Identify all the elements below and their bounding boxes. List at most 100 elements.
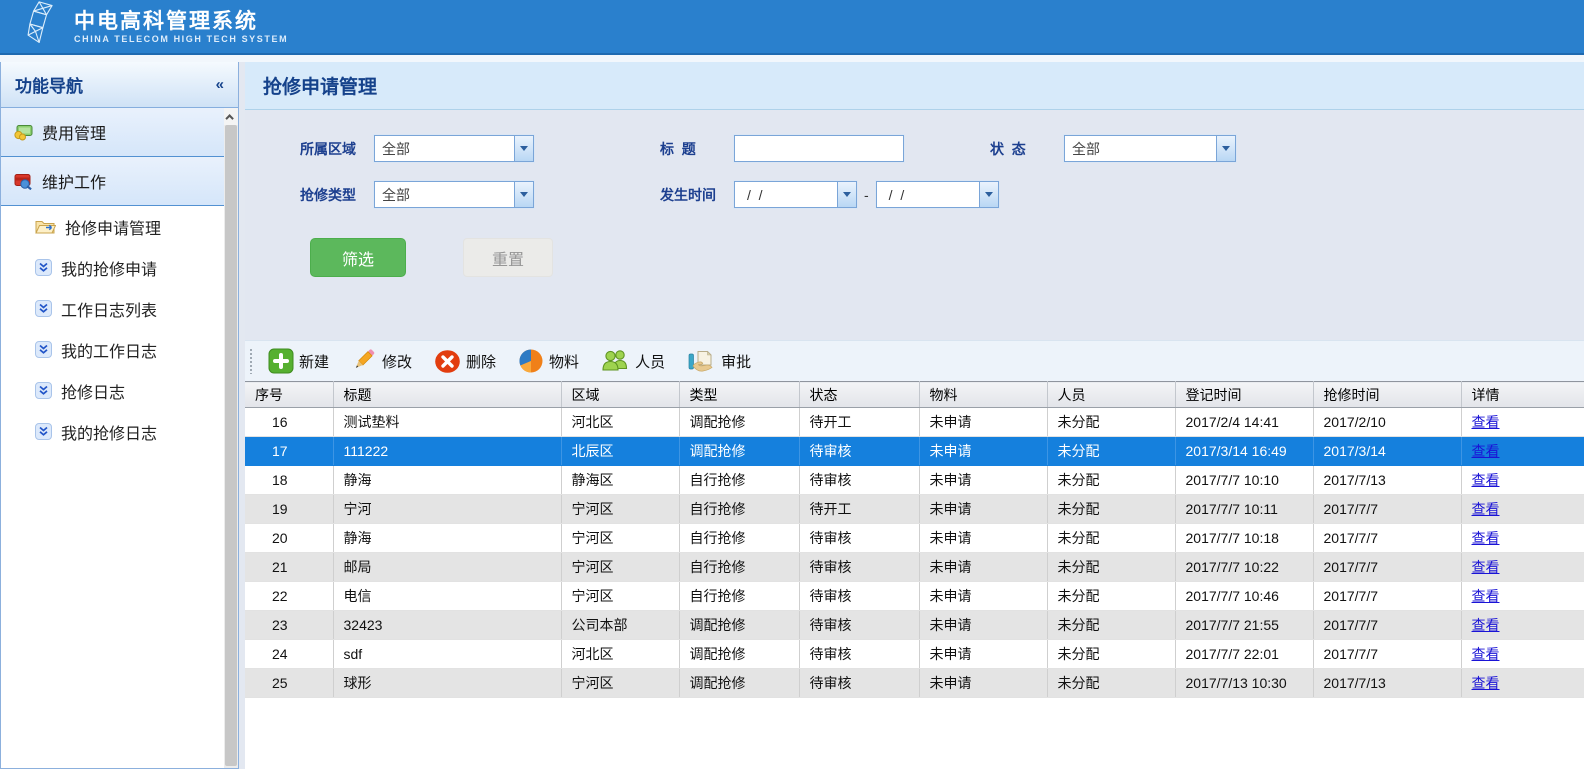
table-cell: 18 xyxy=(245,466,333,495)
double-chevron-icon xyxy=(35,382,52,399)
table-cell: 25 xyxy=(245,669,333,698)
filter-button[interactable]: 筛选 xyxy=(310,238,406,277)
toolbar-grip-handle[interactable] xyxy=(249,348,254,374)
sidebar-item[interactable]: 费用管理 xyxy=(1,108,224,157)
toolbar-button[interactable]: 物料 xyxy=(514,346,583,376)
view-details-link[interactable]: 查看 xyxy=(1472,472,1500,488)
column-header[interactable]: 序号 xyxy=(245,382,333,408)
table-row[interactable]: 17111222北辰区调配抢修待审核未申请未分配2017/3/14 16:492… xyxy=(245,437,1584,466)
page-title-bar: 抢修申请管理 xyxy=(245,62,1584,110)
table-cell: 查看 xyxy=(1461,582,1584,611)
filter-form: 所属区域 全部 标 题 状 态 全部 抢修类型 全部 xyxy=(245,110,1584,340)
column-header[interactable]: 登记时间 xyxy=(1175,382,1313,408)
sidebar-item[interactable]: 工作日志列表 xyxy=(1,288,224,329)
column-header[interactable]: 区域 xyxy=(561,382,679,408)
calendar-dropdown-icon[interactable] xyxy=(837,182,856,207)
range-separator: - xyxy=(864,187,869,203)
table-cell: 未分配 xyxy=(1047,640,1175,669)
table-cell: 2017/7/7 10:46 xyxy=(1175,582,1313,611)
scrollbar-thumb[interactable] xyxy=(225,125,237,766)
chevron-down-icon[interactable] xyxy=(514,182,533,207)
view-details-link[interactable]: 查看 xyxy=(1472,675,1500,691)
scroll-up-icon[interactable] xyxy=(224,108,238,125)
sidebar-item[interactable]: 我的工作日志 xyxy=(1,329,224,370)
toolbar-button[interactable]: 审批 xyxy=(683,346,755,376)
view-details-link[interactable]: 查看 xyxy=(1472,617,1500,633)
sidebar-item[interactable]: 维护工作 xyxy=(1,157,224,206)
calendar-dropdown-icon[interactable] xyxy=(979,182,998,207)
table-row[interactable]: 24sdf河北区调配抢修待审核未申请未分配2017/7/7 22:012017/… xyxy=(245,640,1584,669)
time-to-picker[interactable]: / / xyxy=(876,181,999,208)
status-select[interactable]: 全部 xyxy=(1064,135,1236,162)
table-row[interactable]: 16测试垫料河北区调配抢修待开工未申请未分配2017/2/4 14:412017… xyxy=(245,408,1584,437)
table-toolbar: 新建修改删除物料 人员审批 xyxy=(245,340,1584,381)
toolbar-button[interactable]: 人员 xyxy=(597,346,669,376)
repair-type-select-value: 全部 xyxy=(375,185,514,205)
table-cell: 2017/7/7 10:22 xyxy=(1175,553,1313,582)
toolbar-button[interactable]: 修改 xyxy=(347,346,416,376)
view-details-link[interactable]: 查看 xyxy=(1472,443,1500,459)
table-row[interactable]: 2332423公司本部调配抢修待审核未申请未分配2017/7/7 21:5520… xyxy=(245,611,1584,640)
table-row[interactable]: 20静海宁河区自行抢修待审核未申请未分配2017/7/7 10:182017/7… xyxy=(245,524,1584,553)
sidebar-item[interactable]: 我的抢修日志 xyxy=(1,411,224,452)
table-cell: 未申请 xyxy=(919,669,1047,698)
open-folder-icon xyxy=(35,218,56,235)
column-header[interactable]: 标题 xyxy=(333,382,561,408)
table-row[interactable]: 22电信宁河区自行抢修待审核未申请未分配2017/7/7 10:462017/7… xyxy=(245,582,1584,611)
view-details-link[interactable]: 查看 xyxy=(1472,530,1500,546)
column-header[interactable]: 详情 xyxy=(1461,382,1584,408)
column-header[interactable]: 人员 xyxy=(1047,382,1175,408)
new-button[interactable]: 新建 xyxy=(264,346,333,376)
table-row[interactable]: 19宁河宁河区自行抢修待开工未申请未分配2017/7/7 10:112017/7… xyxy=(245,495,1584,524)
table-cell: 2017/3/14 xyxy=(1313,437,1461,466)
collapse-sidebar-button[interactable]: « xyxy=(216,76,224,93)
table-cell: 球形 xyxy=(333,669,561,698)
table-cell: 调配抢修 xyxy=(679,640,799,669)
table-cell: 未分配 xyxy=(1047,582,1175,611)
table-cell: 调配抢修 xyxy=(679,611,799,640)
column-header[interactable]: 物料 xyxy=(919,382,1047,408)
toolbar-button[interactable]: 删除 xyxy=(430,347,500,376)
sidebar-item-label: 维护工作 xyxy=(42,169,106,193)
table-row[interactable]: 21邮局宁河区自行抢修待审核未申请未分配2017/7/7 10:222017/7… xyxy=(245,553,1584,582)
table-cell: 宁河区 xyxy=(561,582,679,611)
view-details-link[interactable]: 查看 xyxy=(1472,414,1500,430)
app-title: 中电高科管理系统 xyxy=(74,10,288,34)
data-table: 序号标题区域类型状态物料人员登记时间抢修时间详情 16测试垫料河北区调配抢修待开… xyxy=(245,381,1584,698)
view-details-link[interactable]: 查看 xyxy=(1472,646,1500,662)
table-cell: 2017/7/7 xyxy=(1313,582,1461,611)
column-header[interactable]: 状态 xyxy=(799,382,919,408)
table-row[interactable]: 18静海静海区自行抢修待审核未申请未分配2017/7/7 10:102017/7… xyxy=(245,466,1584,495)
double-chevron-icon xyxy=(35,259,52,276)
sidebar-item[interactable]: 抢修申请管理 xyxy=(1,206,224,247)
view-details-link[interactable]: 查看 xyxy=(1472,559,1500,575)
table-cell: 待审核 xyxy=(799,669,919,698)
view-details-link[interactable]: 查看 xyxy=(1472,501,1500,517)
table-row[interactable]: 25球形宁河区调配抢修待审核未申请未分配2017/7/13 10:302017/… xyxy=(245,669,1584,698)
chevron-down-icon[interactable] xyxy=(1216,136,1235,161)
reset-button[interactable]: 重置 xyxy=(463,238,553,277)
table-cell: 自行抢修 xyxy=(679,466,799,495)
sidebar-scrollbar[interactable] xyxy=(224,108,238,768)
toolbar-button-label: 人员 xyxy=(635,351,665,372)
status-label: 状 态 xyxy=(990,139,1064,159)
view-details-link[interactable]: 查看 xyxy=(1472,588,1500,604)
sidebar-item[interactable]: 抢修日志 xyxy=(1,370,224,411)
column-header[interactable]: 类型 xyxy=(679,382,799,408)
sidebar-item-label: 工作日志列表 xyxy=(61,297,157,321)
main-panel: 抢修申请管理 所属区域 全部 标 题 状 态 全部 抢修类型 xyxy=(245,62,1584,769)
sidebar-item[interactable]: 我的抢修申请 xyxy=(1,247,224,288)
table-cell: 未分配 xyxy=(1047,437,1175,466)
repair-type-select[interactable]: 全部 xyxy=(374,181,534,208)
table-cell: 河北区 xyxy=(561,408,679,437)
time-from-picker[interactable]: / / xyxy=(734,181,857,208)
table-cell: 查看 xyxy=(1461,524,1584,553)
title-input[interactable] xyxy=(734,135,904,162)
region-select[interactable]: 全部 xyxy=(374,135,534,162)
table-cell: 32423 xyxy=(333,611,561,640)
chevron-down-icon[interactable] xyxy=(514,136,533,161)
column-header[interactable]: 抢修时间 xyxy=(1313,382,1461,408)
sidebar-header: 功能导航 « xyxy=(1,62,238,108)
table-cell: 宁河 xyxy=(333,495,561,524)
table-cell: 待开工 xyxy=(799,408,919,437)
